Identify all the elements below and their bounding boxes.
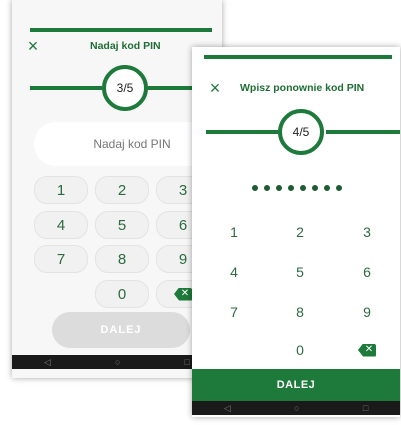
pin-dot [276,185,282,191]
key-5[interactable]: 5 [278,257,322,287]
close-icon[interactable]: × [18,31,48,61]
key-5[interactable]: 5 [95,211,149,239]
top-accent-bar [204,55,392,59]
key-6[interactable]: 6 [345,257,389,287]
pin-dot [300,185,306,191]
progress-line-left [30,86,102,90]
close-icon[interactable]: × [200,73,230,103]
key-1[interactable]: 1 [212,217,256,247]
next-button[interactable]: DALEJ [192,369,400,401]
nav-home-icon[interactable]: ○ [115,357,120,367]
nav-back-icon[interactable]: ◁ [44,357,51,368]
page-title: Wpisz ponownie kod PIN [240,82,365,94]
key-2[interactable]: 2 [278,217,322,247]
key-7[interactable]: 7 [34,245,88,273]
key-4[interactable]: 4 [212,257,256,287]
key-2[interactable]: 2 [95,176,149,204]
pin-dot [312,185,318,191]
key-0[interactable]: 0 [95,280,149,308]
pin-dot [324,185,330,191]
key-8[interactable]: 8 [95,245,149,273]
key-3[interactable]: 3 [345,217,389,247]
key-1[interactable]: 1 [34,176,88,204]
backspace-icon: ✕ [174,287,192,301]
nav-recents-icon[interactable]: □ [185,357,190,367]
header: × Nadaj kod PIN [12,31,222,61]
nav-recents-icon[interactable]: □ [363,403,368,413]
pin-dot [252,185,258,191]
step-indicator: 4/5 [278,109,324,155]
header: × Wpisz ponownie kod PIN [192,73,400,103]
android-nav-bar: ◁ ○ □ [192,401,400,415]
pin-setup-screen: × Nadaj kod PIN 3/5 Nadaj kod PIN 1 2 3 … [12,0,222,378]
backspace-button[interactable]: ✕ [345,335,389,365]
android-nav-bar: ◁ ○ □ [12,355,222,369]
step-indicator: 3/5 [102,65,148,111]
pin-dot [288,185,294,191]
progress-line-right [326,130,400,134]
key-7[interactable]: 7 [212,297,256,327]
key-0[interactable]: 0 [278,335,322,365]
page-title: Nadaj kod PIN [90,40,161,52]
pin-dot [264,185,270,191]
backspace-icon: ✕ [358,343,376,357]
progress-line-left [206,130,278,134]
key-4[interactable]: 4 [34,211,88,239]
key-8[interactable]: 8 [278,297,322,327]
pin-dots [252,185,342,195]
pin-confirm-screen: × Wpisz ponownie kod PIN 4/5 1 2 3 4 5 6… [192,47,400,417]
next-button[interactable]: DALEJ [52,312,190,348]
key-9[interactable]: 9 [345,297,389,327]
pin-dot [336,185,342,191]
nav-back-icon[interactable]: ◁ [224,403,231,414]
nav-home-icon[interactable]: ○ [294,403,299,413]
